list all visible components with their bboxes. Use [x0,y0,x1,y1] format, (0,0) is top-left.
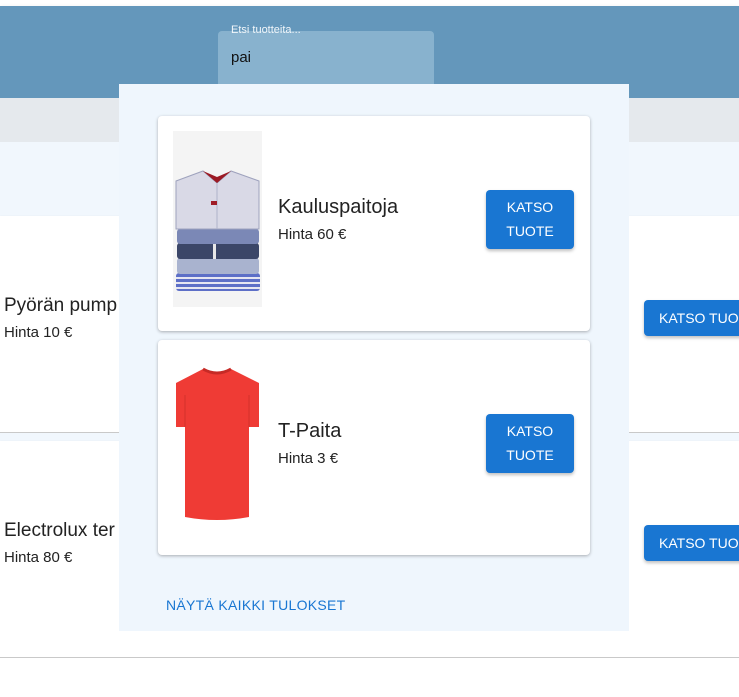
search-field[interactable]: Etsi tuotteita... [218,24,434,84]
red-tshirt-image [173,355,262,531]
search-result-card[interactable]: T-Paita Hinta 3 € KATSO TUOTE [158,340,590,555]
view-product-button[interactable]: KATSO TUOTE [486,190,574,249]
page-bottom [0,658,739,697]
product-price: Hinta 80 € [4,549,73,566]
show-all-results-link[interactable]: NÄYTÄ KAIKKI TULOKSET [166,597,346,613]
search-input[interactable] [231,49,421,66]
product-name: Electrolux ter [4,520,115,541]
result-name: Kauluspaitoja [278,196,399,218]
result-price: Hinta 3 € [278,450,339,467]
search-results-dropdown: Kauluspaitoja Hinta 60 € KATSO TUOTE T-P… [119,84,629,631]
page: Etsi tuotteita... Pyörän pump Hinta 10 €… [0,0,739,697]
result-name: T-Paita [278,420,342,442]
search-result-card[interactable]: Kauluspaitoja Hinta 60 € KATSO TUOTE [158,116,590,331]
result-price: Hinta 60 € [278,226,347,243]
folded-shirts-image [173,131,262,307]
product-name: Pyörän pump [4,295,118,316]
view-product-button[interactable]: KATSO TUO [644,525,739,561]
view-product-button[interactable]: KATSO TUO [644,300,739,336]
view-product-button[interactable]: KATSO TUOTE [486,414,574,473]
product-price: Hinta 10 € [4,324,73,341]
search-label: Etsi tuotteita... [231,24,301,36]
